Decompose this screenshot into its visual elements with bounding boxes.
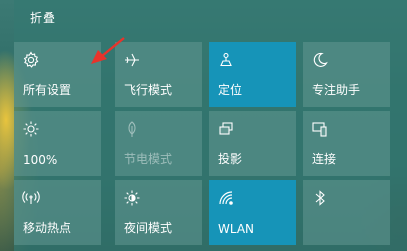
gear-icon [22, 51, 40, 69]
collapse-link[interactable]: 折叠 [30, 9, 56, 26]
tile-label: 连接 [312, 152, 337, 166]
tile-label: 专注助手 [312, 83, 361, 97]
tile-label: 移动热点 [23, 221, 72, 235]
tile-focus-assist[interactable]: 专注助手 [303, 42, 390, 107]
location-icon [217, 51, 235, 69]
tile-label: 所有设置 [23, 83, 72, 97]
tile-connect[interactable]: 连接 [303, 111, 390, 176]
tile-label: WLAN [218, 222, 255, 236]
hotspot-icon [22, 189, 40, 207]
tile-label: 飞行模式 [124, 83, 173, 97]
tile-brightness[interactable]: 100% [14, 111, 101, 176]
connect-icon [311, 120, 329, 138]
tile-label: 夜间模式 [124, 221, 173, 235]
tile-bluetooth[interactable] [303, 180, 390, 245]
tile-battery-saver: 节电模式 [115, 111, 202, 176]
night-light-icon [123, 189, 141, 207]
tile-label: 定位 [218, 83, 243, 97]
tile-mobile-hotspot[interactable]: 移动热点 [14, 180, 101, 245]
tile-label: 100% [23, 153, 58, 167]
wifi-icon [217, 189, 235, 207]
moon-icon [311, 51, 329, 69]
tile-label: 投影 [218, 152, 243, 166]
battery-saver-icon [123, 120, 141, 138]
tile-night-light[interactable]: 夜间模式 [115, 180, 202, 245]
tile-airplane-mode[interactable]: 飞行模式 [115, 42, 202, 107]
bluetooth-icon [311, 189, 329, 207]
tile-location[interactable]: 定位 [209, 42, 296, 107]
tile-wlan[interactable]: WLAN [209, 180, 296, 245]
annotation-arrow-icon [91, 37, 125, 64]
tile-project[interactable]: 投影 [209, 111, 296, 176]
brightness-icon [22, 120, 40, 138]
tile-label: 节电模式 [124, 152, 173, 166]
project-icon [217, 120, 235, 138]
